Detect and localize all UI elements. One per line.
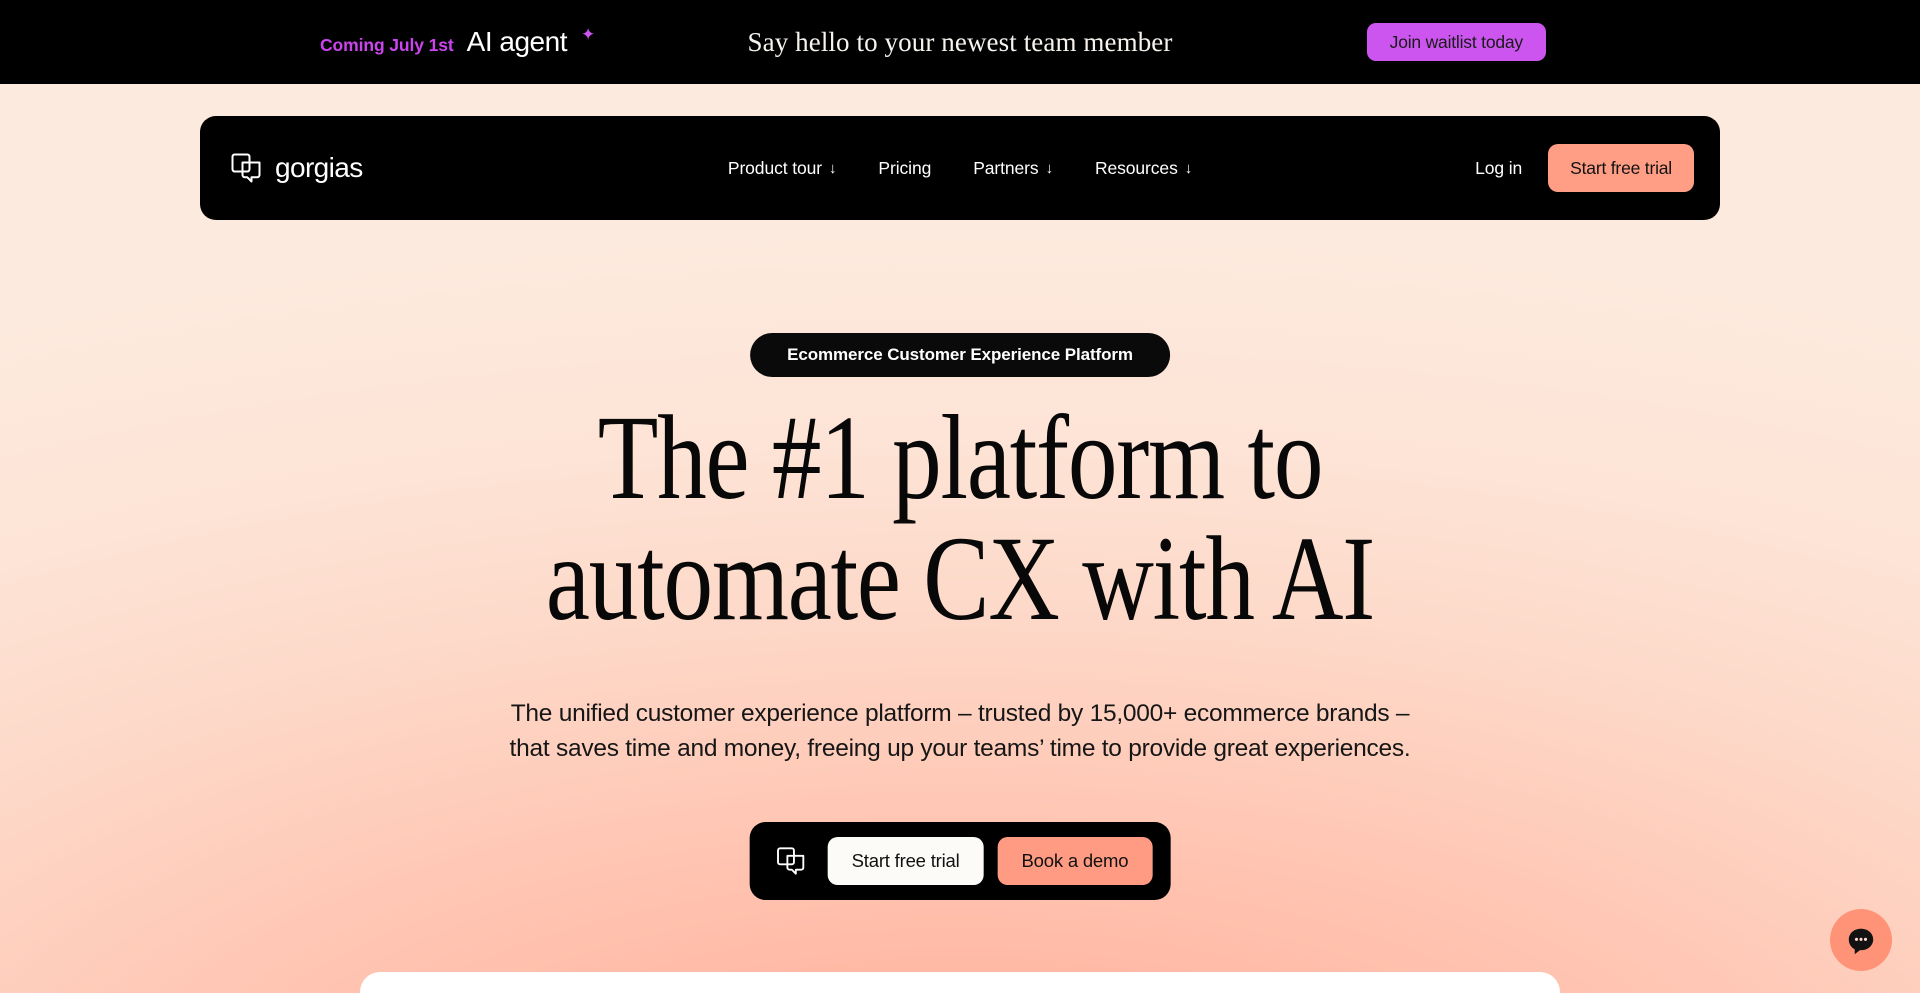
- hero-subtitle: The unified customer experience platform…: [490, 697, 1430, 767]
- announcement-coming-label: Coming July 1st: [320, 35, 454, 55]
- nav-item-product-tour[interactable]: Product tour ↓: [726, 152, 839, 185]
- nav-item-resources-label: Resources: [1094, 157, 1178, 178]
- start-free-trial-hero-button[interactable]: Start free trial: [827, 837, 984, 885]
- announcement-tagline: Say hello to your newest team member: [747, 26, 1173, 57]
- hero-badge: Ecommerce Customer Experience Platform: [750, 333, 1170, 377]
- below-fold-card: [360, 972, 1560, 993]
- gorgias-squares-chat-icon: [776, 846, 814, 876]
- gorgias-squares-chat-icon: [230, 152, 262, 184]
- page-title: The #1 platform to automate CX with AI: [330, 398, 1590, 640]
- nav-item-product-tour-label: Product tour: [727, 157, 823, 178]
- hero-title-line-1: The #1 platform to: [597, 391, 1324, 525]
- chat-bubble-ellipsis-icon: [1846, 925, 1876, 955]
- nav-item-pricing[interactable]: Pricing: [876, 152, 933, 185]
- nav-item-resources[interactable]: Resources ↓: [1093, 152, 1194, 185]
- announcement-banner: Coming July 1st AI agent ✦ Say hello to …: [0, 0, 1920, 84]
- log-in-button[interactable]: Log in: [1475, 158, 1522, 179]
- gorgias-wordmark: gorgias: [275, 152, 363, 183]
- arrow-down-icon: ↓: [829, 160, 837, 177]
- main-navbar: gorgias Product tour ↓ Pricing Partners …: [200, 116, 1720, 220]
- arrow-down-icon: ↓: [1184, 160, 1193, 177]
- nav-actions: Log in Start free trial: [1475, 144, 1694, 192]
- announcement-product-group: Coming July 1st AI agent ✦: [320, 25, 596, 58]
- start-free-trial-nav-button[interactable]: Start free trial: [1548, 144, 1694, 192]
- nav-item-partners-label: Partners: [973, 157, 1039, 178]
- book-a-demo-button[interactable]: Book a demo: [997, 837, 1153, 885]
- gorgias-logo[interactable]: gorgias: [230, 152, 363, 184]
- nav-item-partners[interactable]: Partners ↓: [971, 152, 1055, 185]
- hero-subtitle-line-1: The unified customer experience platform…: [510, 700, 1410, 727]
- hero-cta-group: Start free trial Book a demo: [749, 822, 1171, 900]
- announcement-product-name: AI agent: [466, 26, 568, 57]
- page-background: Coming July 1st AI agent ✦ Say hello to …: [0, 0, 1920, 993]
- chat-widget-button[interactable]: [1830, 909, 1892, 971]
- sparkle-plus-icon: ✦: [580, 25, 596, 44]
- hero-title-line-2: automate CX with AI: [545, 512, 1375, 646]
- hero-subtitle-line-2: that saves time and money, freeing up yo…: [509, 734, 1411, 762]
- arrow-down-icon: ↓: [1045, 160, 1054, 177]
- join-waitlist-button[interactable]: Join waitlist today: [1366, 23, 1546, 61]
- nav-item-pricing-label: Pricing: [878, 157, 932, 178]
- nav-links: Product tour ↓ Pricing Partners ↓ Resour…: [726, 152, 1194, 185]
